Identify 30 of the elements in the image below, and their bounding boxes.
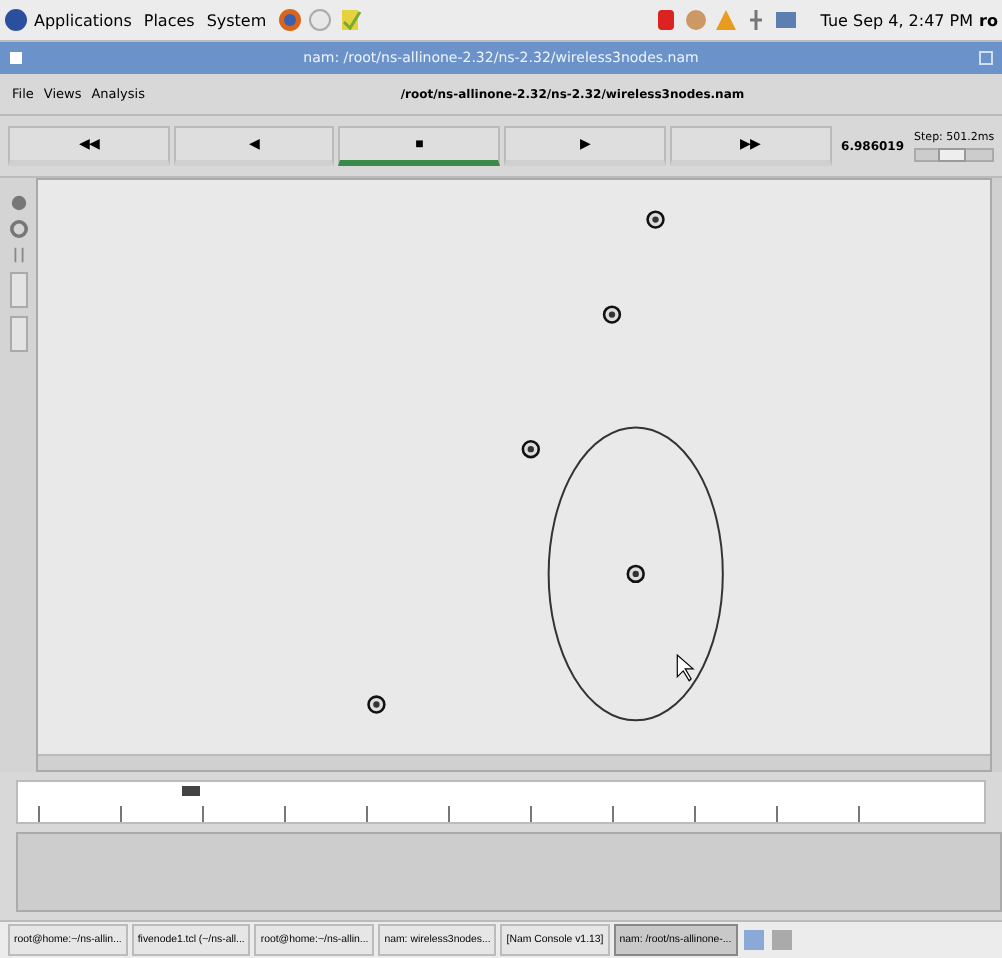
panel-menu[interactable]: System	[206, 11, 267, 29]
workspace-icon[interactable]	[741, 928, 766, 952]
zoom-in-icon[interactable]	[9, 194, 27, 212]
warning-icon[interactable]	[714, 8, 739, 32]
time-marker[interactable]	[182, 786, 201, 796]
vertical-scrollbar[interactable]	[992, 178, 1002, 772]
minimize-icon[interactable]	[978, 50, 994, 66]
clock[interactable]: Tue Sep 4, 2:47 PM	[820, 11, 974, 29]
step-slider[interactable]	[914, 147, 995, 161]
alert-icon[interactable]	[654, 8, 679, 32]
workspace-icon[interactable]	[769, 928, 794, 952]
browser-icon[interactable]	[278, 8, 303, 32]
node-icon	[521, 440, 541, 459]
bars-icon[interactable]	[9, 246, 27, 264]
horizontal-scrollbar[interactable]	[38, 754, 990, 770]
notepad-icon[interactable]	[338, 8, 363, 32]
node-icon	[602, 305, 622, 324]
tool-button[interactable]	[9, 272, 27, 308]
zoom-out-icon[interactable]	[9, 220, 27, 238]
panel-menu[interactable]: Applications	[34, 11, 132, 29]
user-name[interactable]: ro	[979, 11, 998, 29]
window-menu-icon[interactable]	[8, 50, 24, 66]
node-icon	[626, 564, 645, 584]
panel-menu[interactable]: Places	[143, 11, 195, 29]
slider-thumb[interactable]	[937, 147, 966, 161]
network-icon[interactable]	[774, 8, 799, 32]
node-icon	[646, 210, 665, 229]
mouse-cursor-icon	[676, 653, 695, 682]
tool-button[interactable]	[9, 316, 27, 352]
node-icon	[367, 695, 386, 714]
